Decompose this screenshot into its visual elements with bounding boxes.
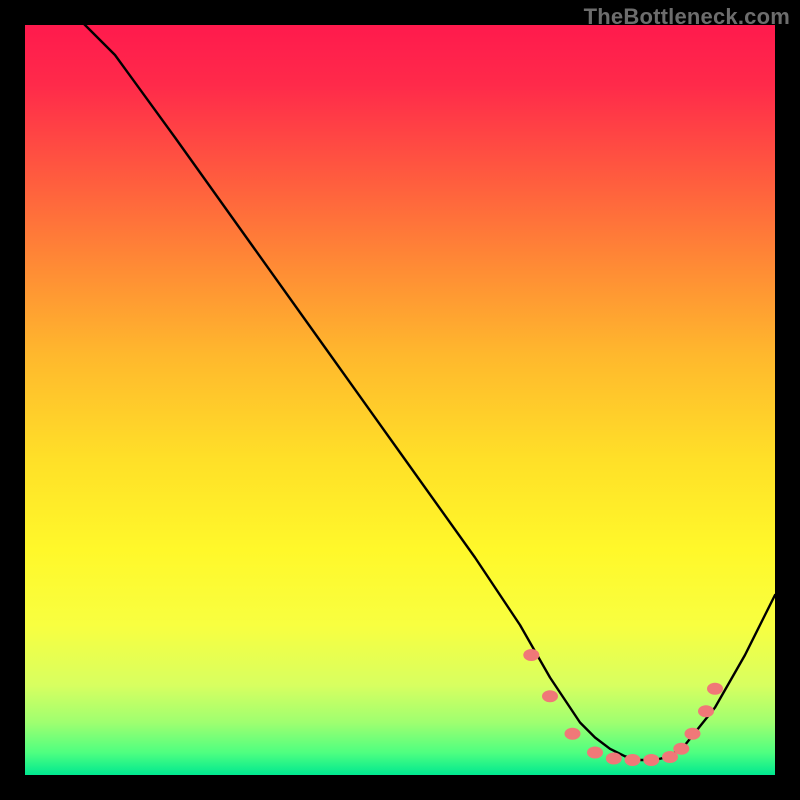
- curve-marker: [523, 649, 539, 661]
- curve-marker: [673, 743, 689, 755]
- curve-markers: [523, 649, 723, 766]
- curve-marker: [587, 747, 603, 759]
- chart-plot-area: [25, 25, 775, 775]
- bottleneck-curve-line: [25, 0, 775, 760]
- curve-marker: [625, 754, 641, 766]
- curve-marker: [643, 754, 659, 766]
- curve-marker: [565, 728, 581, 740]
- chart-frame: TheBottleneck.com: [0, 0, 800, 800]
- watermark-text: TheBottleneck.com: [584, 4, 790, 30]
- curve-marker: [606, 753, 622, 765]
- curve-marker: [685, 728, 701, 740]
- curve-marker: [698, 705, 714, 717]
- curve-marker: [707, 683, 723, 695]
- curve-marker: [542, 690, 558, 702]
- chart-svg: [25, 25, 775, 775]
